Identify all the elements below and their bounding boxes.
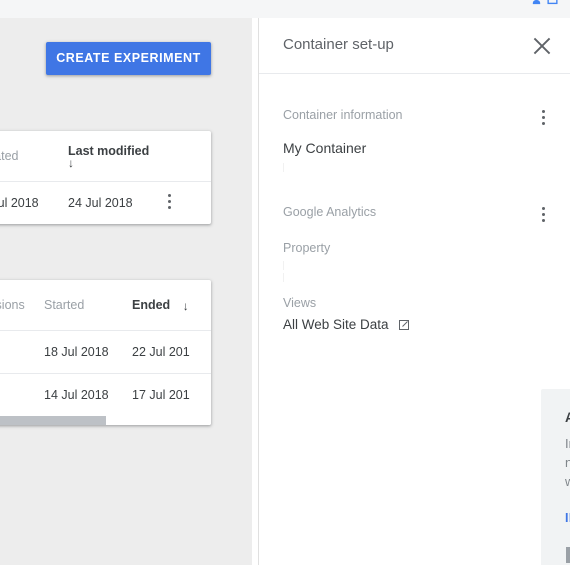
google-analytics-more-options-icon[interactable] [542,207,546,222]
redacted-value-placeholder [283,273,284,282]
cell-created: 24 Jul 2018 [0,181,68,224]
promo-title: Add Optimise to your website [565,410,570,425]
table-row[interactable]: 24 Jul 2018 24 Jul 2018 [0,181,211,224]
experiments-table: Created Last modified ↓ 24 Jul 2018 [0,131,211,224]
cell-actions [168,181,211,224]
cell-last-modified: 24 Jul 2018 [68,181,168,224]
container-setup-panel: Container set-up Container information M… [258,18,570,565]
property-id-value [283,273,546,283]
column-header-sessions[interactable]: Sessions [0,280,44,331]
top-bar-icon-group [531,0,558,5]
left-content-panel: CREATE EXPERIMENT Created Last modified … [0,18,252,565]
redacted-value-placeholder [283,163,284,172]
install-optimise-promo-card: Add Optimise to your website In order to… [541,389,570,565]
sort-descending-icon: ↓ [182,299,189,313]
table-row[interactable]: 429 18 Jul 2018 22 Jul 201 [0,330,211,374]
promo-body: In order to run experiments, you need to… [565,436,570,489]
sort-descending-icon: ↓ [68,155,74,170]
container-information-section: Container information My Container [259,108,570,173]
column-header-label: Started [44,298,85,312]
window-icon[interactable] [547,0,558,5]
top-bar [0,0,570,18]
create-experiment-button[interactable]: CREATE EXPERIMENT [46,42,211,75]
table-row[interactable]: 313 14 Jul 2018 17 Jul 201 [0,373,211,416]
open-in-new-icon[interactable] [398,319,410,331]
table-header-row: Created Last modified ↓ [0,131,211,182]
section-heading-label: Container information [283,108,403,122]
row-more-options-icon[interactable] [168,194,172,209]
cell-ended: 22 Jul 201 [132,330,211,374]
panel-title: Container set-up [283,36,394,53]
column-header-label: Ended [132,298,171,312]
app-root: CREATE EXPERIMENT Created Last modified … [0,0,570,565]
views-value: All Web Site Data [283,317,389,332]
column-header-label: Created [0,149,19,163]
person-icon[interactable] [531,0,542,5]
property-label: Property [283,241,331,255]
container-id-value [283,163,546,173]
section-heading-label: Google Analytics [283,205,377,219]
panel-header: Container set-up [259,18,570,74]
google-analytics-section: Google Analytics Property Views All Web … [259,205,570,332]
container-information-more-options-icon[interactable] [542,110,546,125]
results-table: Sessions Started Ended ↓ [0,280,211,416]
views-value-row[interactable]: All Web Site Data [283,317,546,332]
redacted-value-placeholder [283,261,284,270]
column-header-started[interactable]: Started [44,280,132,331]
column-header-created[interactable]: Created [0,131,68,182]
results-table-horizontal-scrollbar[interactable] [0,416,211,425]
column-header-label: Last modified [68,143,150,158]
experiments-card: Created Last modified ↓ 24 Jul 2018 [0,131,211,224]
column-header-last-modified[interactable]: Last modified ↓ [68,131,168,182]
install-optimise-button[interactable]: INSTALL OPTIMISE [565,511,570,525]
container-name-value: My Container [283,140,367,156]
cell-sessions: 429 [0,330,44,374]
find-out-more-row[interactable]: Find out more [565,547,570,563]
column-header-label: Sessions [0,298,25,312]
cell-started: 14 Jul 2018 [44,373,132,416]
cell-ended: 17 Jul 201 [132,373,211,416]
close-icon[interactable] [528,32,556,60]
document-icon [565,547,570,563]
views-label: Views [283,296,317,310]
cell-sessions: 313 [0,373,44,416]
section-heading: Container information [283,108,546,125]
results-card: Sessions Started Ended ↓ [0,280,211,425]
cell-started: 18 Jul 2018 [44,330,132,374]
scrollbar-thumb[interactable] [0,416,107,425]
column-header-actions [168,131,211,182]
table-header-row: Sessions Started Ended ↓ [0,280,211,331]
column-header-ended[interactable]: Ended ↓ [132,280,211,331]
property-value [283,261,546,271]
section-heading: Google Analytics [283,205,546,222]
